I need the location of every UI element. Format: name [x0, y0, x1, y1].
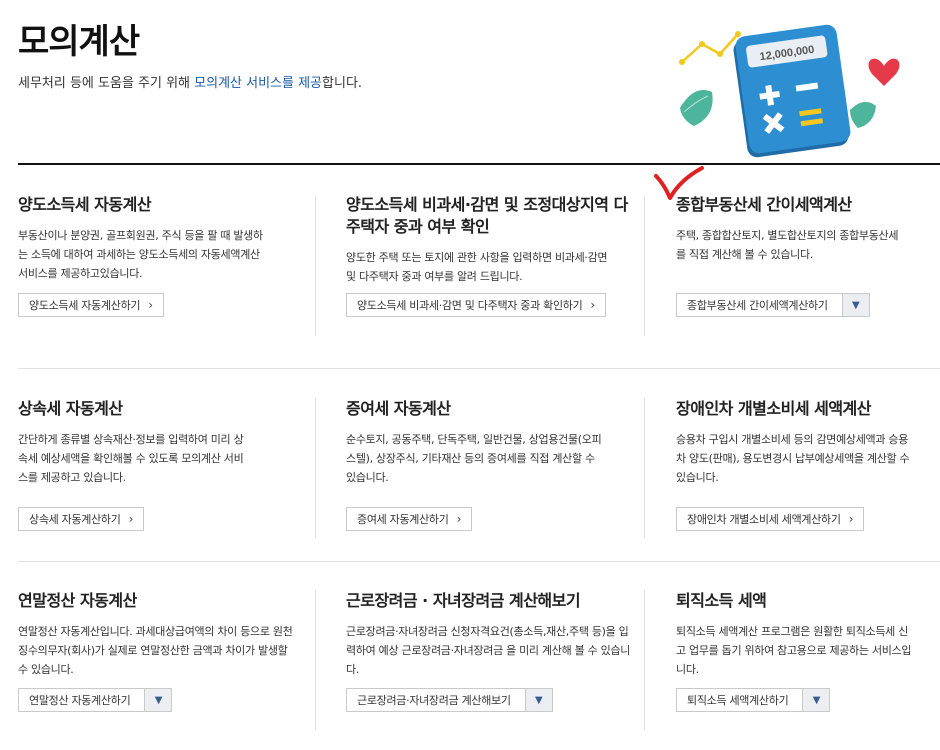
disabled-vehicle-tax-calc-button[interactable]: 장애인차 개별소비세 세액계산하기 › — [676, 507, 865, 531]
card-description: 승용차 구입시 개별소비세 등의 감면예상세액과 승용차 양도(판매), 용도변… — [676, 433, 910, 484]
button-label: 연말정산 자동계산하기 — [29, 694, 131, 707]
card-earned-income-credit: 근로장려금 · 자녀장려금 계산해보기 근로장려금·자녀장려금 신청자격요건(총… — [346, 590, 636, 679]
card-description: 부동산이나 분양권, 골프회원권, 주식 등을 팔 때 발생하는 소득에 대하여… — [18, 229, 263, 280]
button-label: 퇴직소득 세액계산하기 — [687, 694, 789, 707]
card-description: 주택, 종합합산토지, 별도합산토지의 종합부동산세를 직접 계산해 볼 수 있… — [676, 229, 899, 261]
card-title: 양도소득세 비과세·감면 및 조정대상지역 다주택자 중과 여부 확인 — [346, 195, 628, 236]
chevron-right-icon: › — [590, 298, 595, 312]
card-title: 근로장려금 · 자녀장려금 계산해보기 — [346, 591, 581, 610]
card-title: 종합부동산세 간이세액계산 — [676, 195, 852, 214]
card-comprehensive-real-estate-tax: 종합부동산세 간이세액계산 주택, 종합합산토지, 별도합산토지의 종합부동산세… — [676, 194, 926, 264]
card-description: 퇴직소득 세액계산 프로그램은 원활한 퇴직소득세 신고 업무를 돕기 위하여 … — [676, 625, 912, 676]
chevron-right-icon: › — [456, 512, 462, 526]
card-gift-tax: 증여세 자동계산 순수토지, 공동주택, 단독주택, 일반건물, 상업용건물(오… — [346, 398, 636, 487]
card-description: 순수토지, 공동주택, 단독주택, 일반건물, 상업용건물(오피스텔), 상장주… — [346, 433, 602, 484]
page-subtitle: 세무처리 등에 도움을 주기 위해 모의계산 서비스를 제공합니다. — [18, 72, 362, 91]
column-divider — [644, 196, 645, 336]
card-title: 증여세 자동계산 — [346, 399, 451, 418]
card-title: 장애인차 개별소비세 세액계산 — [676, 399, 872, 418]
inheritance-tax-calc-button[interactable]: 상속세 자동계산하기 › — [18, 507, 145, 531]
comprehensive-real-estate-tax-select[interactable]: 종합부동산세 간이세액계산하기 ▼ — [676, 293, 870, 317]
column-divider — [315, 590, 316, 730]
chevron-down-icon[interactable]: ▼ — [524, 689, 552, 711]
card-title: 연말정산 자동계산 — [18, 591, 137, 610]
transfer-income-tax-calc-button[interactable]: 양도소득세 자동계산하기 › — [18, 293, 164, 317]
row-divider — [18, 368, 940, 369]
card-retirement-income-tax: 퇴직소득 세액 퇴직소득 세액계산 프로그램은 원활한 퇴직소득세 신고 업무를… — [676, 590, 926, 679]
card-transfer-income-tax: 양도소득세 자동계산 부동산이나 분양권, 골프회원권, 주식 등을 팔 때 발… — [18, 194, 298, 283]
column-divider — [644, 398, 645, 538]
card-description: 간단하게 종류별 상속재산·정보를 입력하여 미리 상속세 예상세액을 확인해볼… — [18, 433, 244, 484]
gift-tax-calc-button[interactable]: 증여세 자동계산하기 › — [346, 507, 473, 531]
column-divider — [315, 398, 316, 538]
earned-income-credit-select[interactable]: 근로장려금·자녀장려금 계산해보기 ▼ — [346, 688, 553, 712]
button-label: 상속세 자동계산하기 — [29, 513, 121, 526]
chevron-right-icon: › — [848, 512, 854, 526]
column-divider — [315, 196, 316, 336]
chevron-down-icon[interactable]: ▼ — [144, 689, 172, 711]
subtitle-highlight: 모의계산 서비스를 제공 — [194, 76, 323, 91]
card-description: 양도한 주택 또는 토지에 관한 사항을 입력하면 비과세·감면 및 다주택자 … — [346, 251, 608, 283]
card-year-end-settlement: 연말정산 자동계산 연말정산 자동계산입니다. 과세대상급여액의 차이 등으로 … — [18, 590, 308, 679]
card-transfer-tax-exemption: 양도소득세 비과세·감면 및 조정대상지역 다주택자 중과 여부 확인 양도한 … — [346, 194, 636, 286]
button-label: 장애인차 개별소비세 세액계산하기 — [687, 513, 841, 526]
chevron-down-icon[interactable]: ▼ — [802, 689, 830, 711]
calculator-illustration: 12,000,000 — [679, 24, 900, 158]
chevron-right-icon: › — [128, 512, 134, 526]
page-title: 모의계산 — [18, 22, 140, 62]
chevron-right-icon: › — [148, 298, 153, 312]
subtitle-prefix: 세무처리 등에 도움을 주기 위해 — [18, 76, 195, 91]
card-title: 퇴직소득 세액 — [676, 591, 767, 610]
transfer-tax-exemption-check-button[interactable]: 양도소득세 비과세·감면 및 다주택자 중과 확인하기 › — [346, 293, 606, 317]
button-label: 양도소득세 자동계산하기 — [29, 299, 141, 312]
chevron-down-icon[interactable]: ▼ — [841, 294, 869, 316]
button-label: 근로장려금·자녀장려금 계산해보기 — [357, 694, 511, 707]
retirement-income-tax-select[interactable]: 퇴직소득 세액계산하기 ▼ — [676, 688, 831, 712]
year-end-settlement-select[interactable]: 연말정산 자동계산하기 ▼ — [18, 688, 173, 712]
card-description: 연말정산 자동계산입니다. 과세대상급여액의 차이 등으로 원천징수의무자(회사… — [18, 625, 293, 676]
card-inheritance-tax: 상속세 자동계산 간단하게 종류별 상속재산·정보를 입력하여 미리 상속세 예… — [18, 398, 298, 487]
card-title: 상속세 자동계산 — [18, 399, 123, 418]
column-divider — [644, 590, 645, 730]
card-title: 양도소득세 자동계산 — [18, 195, 152, 214]
subtitle-suffix: 합니다. — [322, 76, 363, 91]
button-label: 종합부동산세 간이세액계산하기 — [687, 299, 828, 312]
header-divider — [18, 163, 940, 165]
button-label: 증여세 자동계산하기 — [357, 513, 449, 526]
card-disabled-vehicle-tax: 장애인차 개별소비세 세액계산 승용차 구입시 개별소비세 등의 감면예상세액과… — [676, 398, 926, 487]
row-divider — [18, 561, 940, 562]
button-label: 양도소득세 비과세·감면 및 다주택자 중과 확인하기 — [357, 299, 583, 312]
card-description: 근로장려금·자녀장려금 신청자격요건(총소득,재산,주택 등)을 입력하여 예상… — [346, 625, 631, 676]
